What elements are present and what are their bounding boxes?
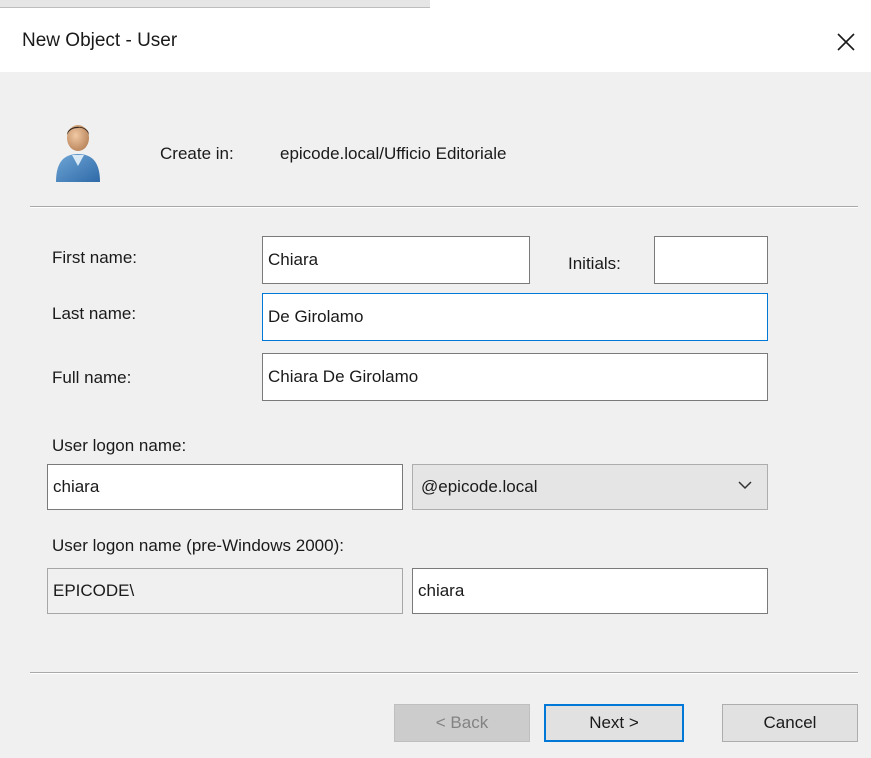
dialog-title: New Object - User	[22, 30, 178, 51]
logon-name-field[interactable]	[47, 464, 403, 510]
cancel-button[interactable]: Cancel	[722, 704, 858, 742]
first-name-field[interactable]	[262, 236, 530, 284]
title-bar: New Object - User	[0, 8, 871, 72]
pre2000-logon-field[interactable]	[412, 568, 768, 614]
next-button[interactable]: Next >	[544, 704, 684, 742]
back-button[interactable]: < Back	[394, 704, 530, 742]
initials-label: Initials:	[568, 254, 621, 273]
new-object-user-dialog: New Object - User Create in: epicode.loc…	[0, 0, 871, 758]
initials-field[interactable]	[654, 236, 768, 284]
domain-suffix-value: @epicode.local	[421, 477, 538, 496]
underlying-window-edge	[0, 0, 871, 8]
pre2000-logon-label: User logon name (pre-Windows 2000):	[52, 536, 344, 555]
separator-top	[30, 206, 858, 208]
chevron-down-icon	[738, 481, 752, 490]
separator-bottom	[30, 672, 858, 674]
user-icon	[48, 116, 108, 186]
close-icon[interactable]	[826, 22, 866, 62]
create-in-path: epicode.local/Ufficio Editoriale	[280, 144, 507, 163]
pre2000-domain-field	[47, 568, 403, 614]
last-name-field[interactable]	[262, 293, 768, 341]
create-in-label: Create in:	[160, 144, 234, 163]
domain-suffix-dropdown[interactable]: @epicode.local	[412, 464, 768, 510]
full-name-field[interactable]	[262, 353, 768, 401]
dialog-body: Create in: epicode.local/Ufficio Editori…	[0, 72, 871, 758]
last-name-label: Last name:	[52, 304, 137, 323]
full-name-label: Full name:	[52, 368, 132, 387]
first-name-label: First name:	[52, 248, 138, 267]
logon-name-label: User logon name:	[52, 436, 187, 455]
